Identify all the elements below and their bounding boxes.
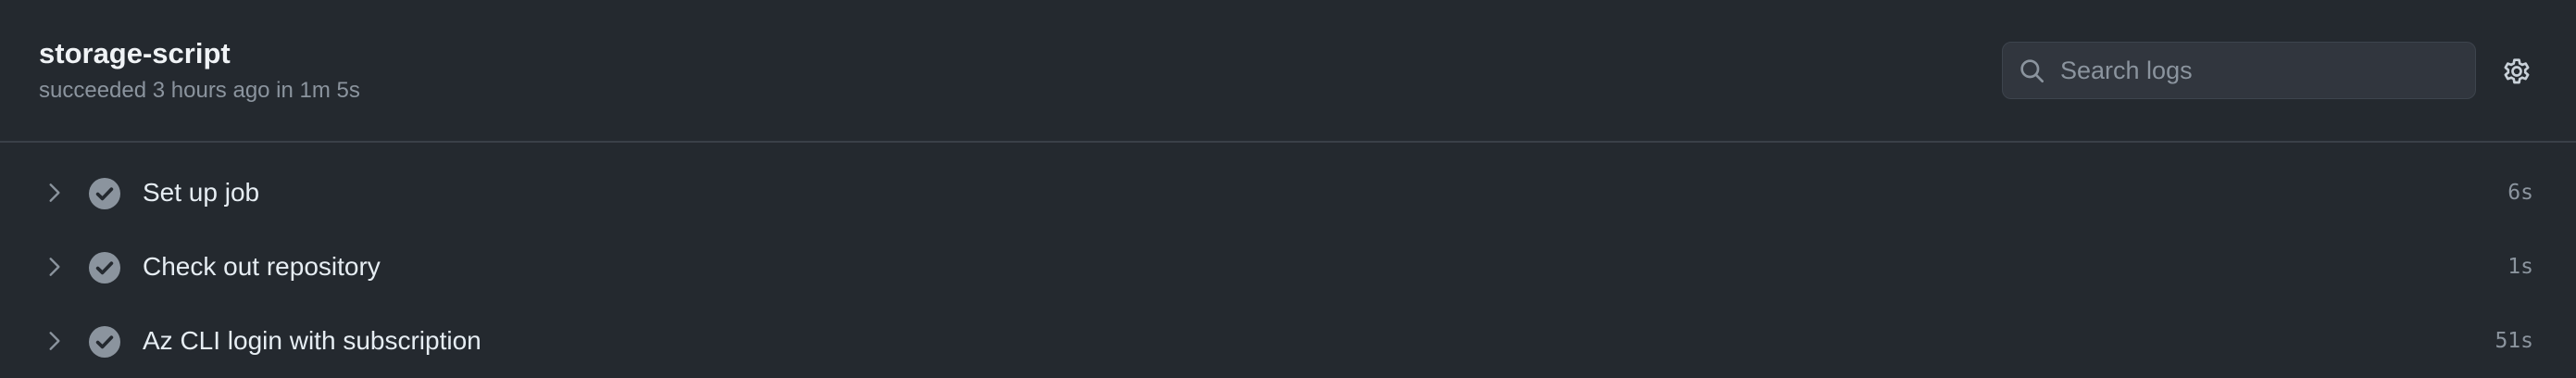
job-steps-list: Set up job 6s Check out repository 1s Az… <box>0 156 2576 378</box>
job-status-summary: succeeded 3 hours ago in 1m 5s <box>39 78 360 103</box>
job-header: storage-script succeeded 3 hours ago in … <box>0 0 2576 143</box>
search-icon <box>2020 59 2044 82</box>
check-circle-icon <box>89 178 120 209</box>
step-label: Check out repository <box>143 252 381 281</box>
check-circle-icon <box>89 252 120 284</box>
step-duration: 6s <box>2507 181 2533 205</box>
step-duration: 1s <box>2507 255 2533 279</box>
check-circle-icon <box>89 326 120 358</box>
chevron-right-icon[interactable] <box>43 254 67 280</box>
search-logs-box[interactable] <box>2002 42 2476 99</box>
step-row-check-out-repository[interactable]: Check out repository 1s <box>0 230 2576 304</box>
step-label: Set up job <box>143 178 260 207</box>
gear-icon[interactable] <box>2500 55 2533 88</box>
chevron-right-icon[interactable] <box>43 180 67 206</box>
job-title: storage-script <box>39 37 231 69</box>
step-label: Az CLI login with subscription <box>143 326 481 355</box>
search-logs-input[interactable] <box>2060 43 2458 98</box>
chevron-right-icon[interactable] <box>43 328 67 354</box>
step-row-az-cli-login[interactable]: Az CLI login with subscription 51s <box>0 304 2576 378</box>
step-row-set-up-job[interactable]: Set up job 6s <box>0 156 2576 230</box>
step-duration: 51s <box>2495 329 2533 353</box>
